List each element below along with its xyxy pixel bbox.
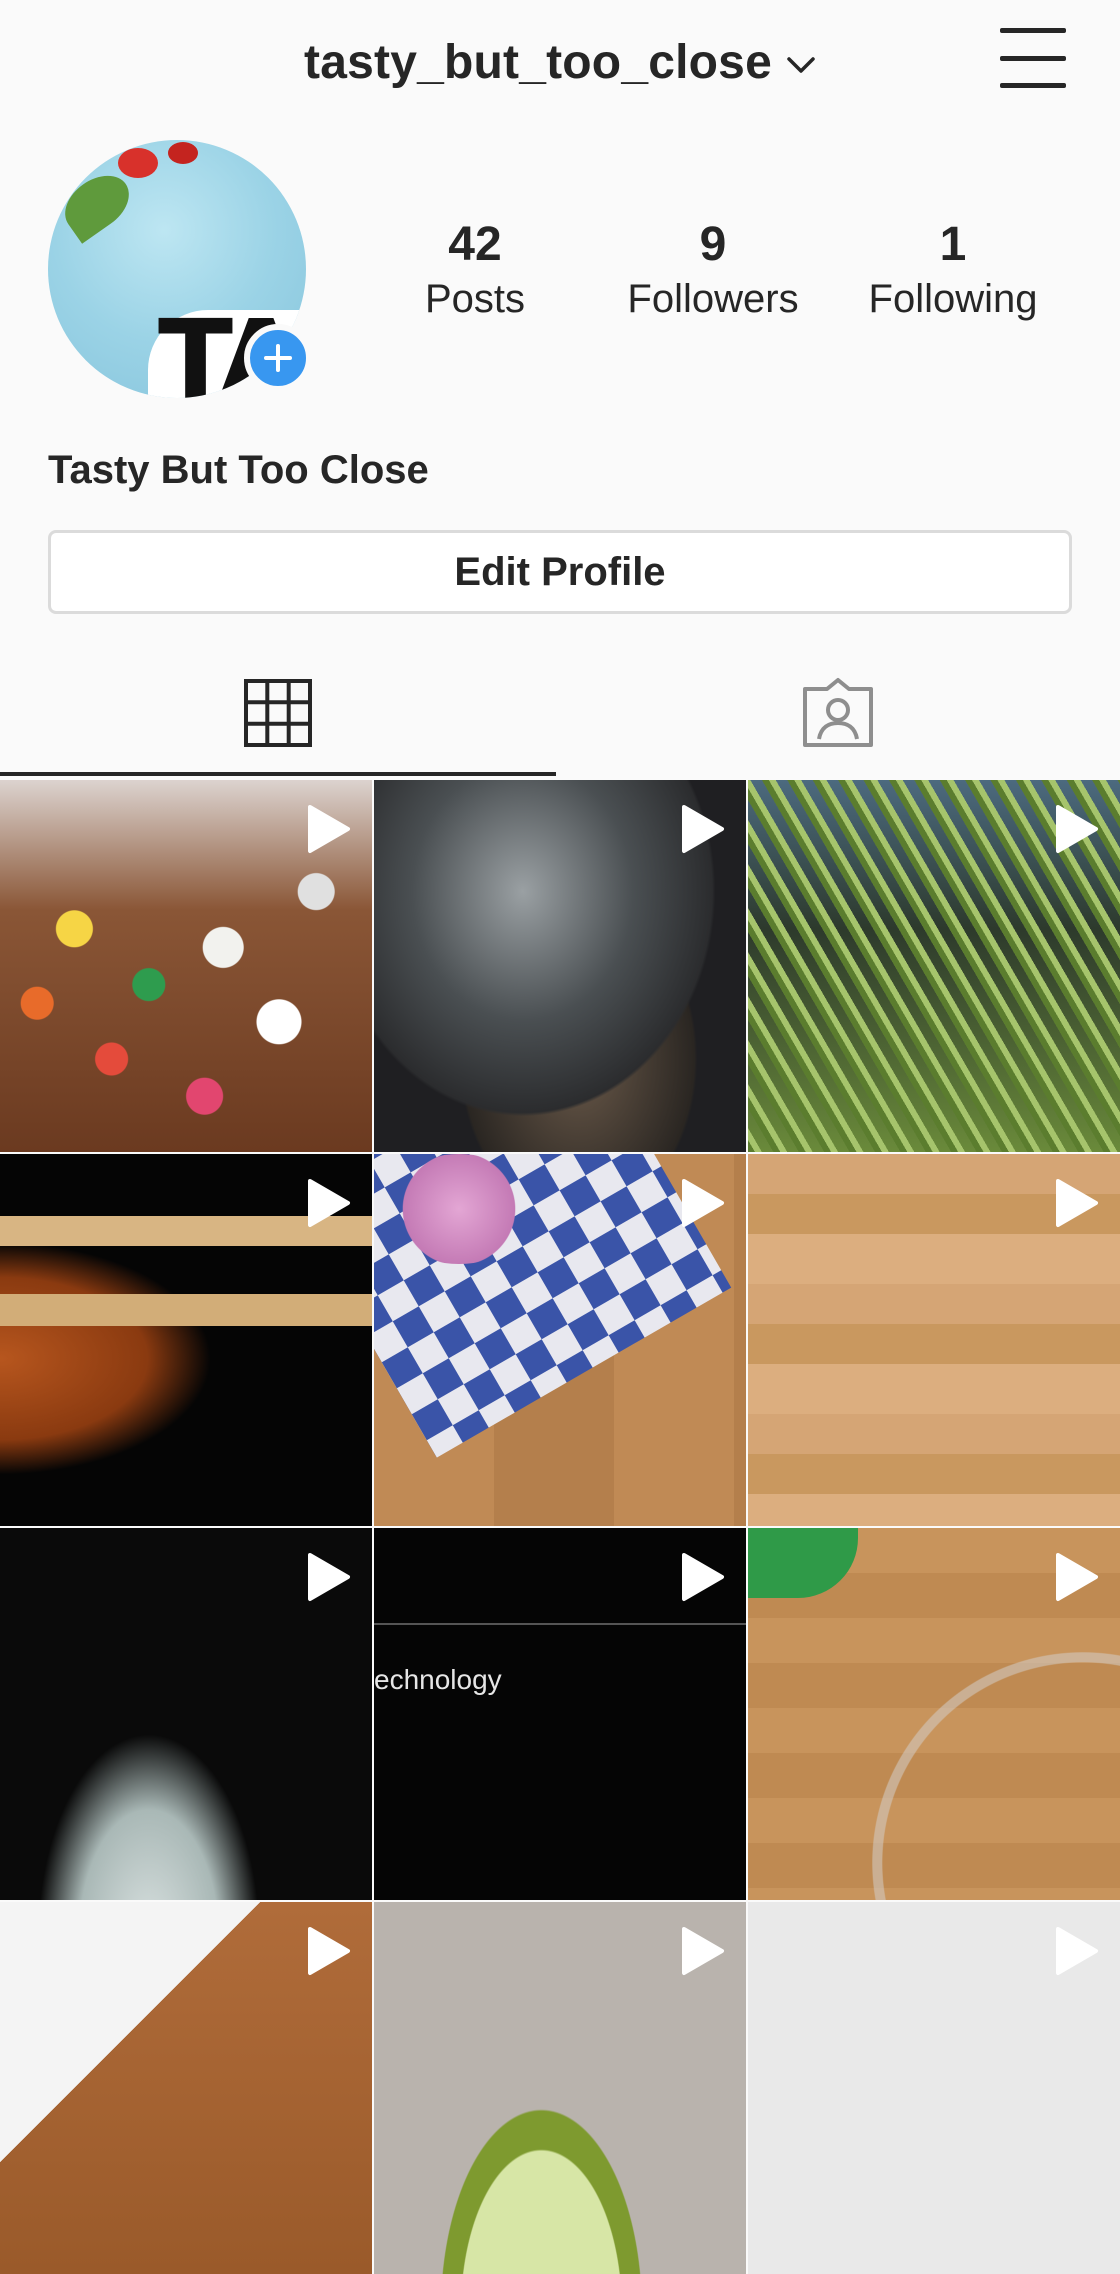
video-play-icon [308, 1179, 350, 1227]
tagged-person-icon [803, 678, 873, 747]
top-bar: tasty_but_too_close [0, 0, 1120, 120]
posts-grid: echnology [0, 780, 1120, 2274]
post-tile[interactable] [374, 1902, 746, 2274]
video-play-icon [308, 805, 350, 853]
stat-posts[interactable]: 42 Posts [375, 214, 575, 322]
plus-icon [264, 344, 292, 372]
video-play-icon [682, 1179, 724, 1227]
username: tasty_but_too_close [304, 35, 772, 89]
video-play-icon [1056, 1179, 1098, 1227]
post-tile[interactable] [0, 1154, 372, 1526]
video-play-icon [308, 1553, 350, 1601]
video-play-icon [1056, 805, 1098, 853]
video-play-icon [308, 1927, 350, 1975]
followers-label: Followers [627, 277, 799, 321]
video-play-icon [682, 805, 724, 853]
post-tile[interactable] [0, 1902, 372, 2274]
post-tile[interactable]: echnology [374, 1528, 746, 1900]
video-play-icon [1056, 1927, 1098, 1975]
followers-count: 9 [699, 218, 727, 271]
active-tab-indicator [0, 772, 556, 776]
post-tile[interactable] [0, 780, 372, 1152]
posts-count: 42 [448, 218, 502, 271]
stat-followers[interactable]: 9 Followers [613, 214, 813, 322]
posts-label: Posts [424, 277, 526, 321]
post-tile[interactable] [748, 1154, 1120, 1526]
stat-following[interactable]: 1 Following [853, 214, 1053, 322]
following-label: Following [868, 277, 1038, 321]
post-tile[interactable] [748, 1902, 1120, 2274]
video-play-icon [682, 1553, 724, 1601]
profile-full-name: Tasty But Too Close [48, 448, 429, 492]
video-play-icon [682, 1927, 724, 1975]
hamburger-menu-icon[interactable] [1000, 28, 1066, 88]
post-tile[interactable] [374, 780, 746, 1152]
add-story-button[interactable] [244, 324, 312, 392]
post-tile[interactable] [748, 1528, 1120, 1900]
chevron-down-icon [787, 57, 815, 73]
following-count: 1 [939, 218, 967, 271]
grid-icon [244, 679, 312, 747]
tab-tagged[interactable] [556, 650, 1120, 776]
post-tile[interactable] [374, 1154, 746, 1526]
tab-grid[interactable] [0, 650, 556, 776]
edit-profile-button[interactable]: Edit Profile [48, 530, 1072, 614]
video-play-icon [1056, 1553, 1098, 1601]
account-switcher[interactable]: tasty_but_too_close [0, 28, 1120, 96]
post-tile[interactable] [0, 1528, 372, 1900]
post-tile[interactable] [748, 780, 1120, 1152]
post-caption-text: echnology [374, 1664, 502, 1695]
